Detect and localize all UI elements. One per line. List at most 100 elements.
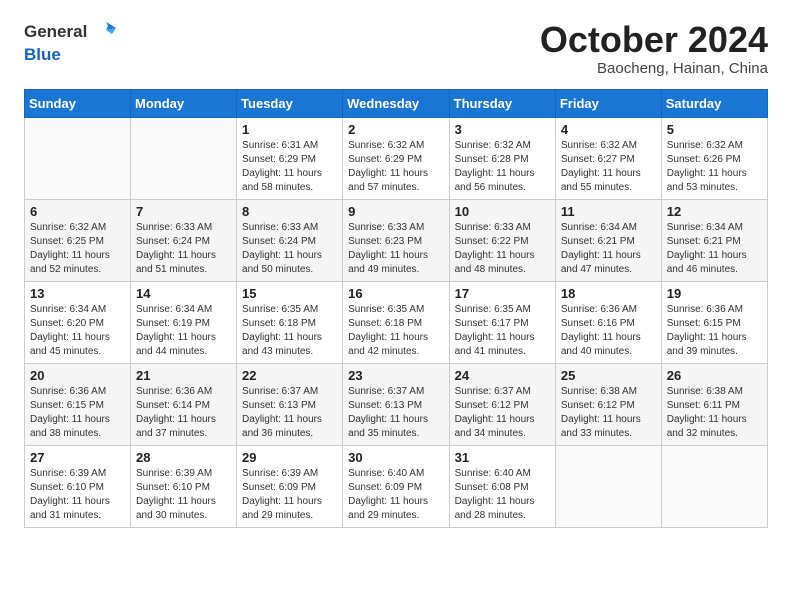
weekday-header-sunday: Sunday (25, 89, 131, 117)
day-info: Sunrise: 6:32 AM Sunset: 6:26 PM Dayligh… (667, 139, 762, 195)
day-info: Sunrise: 6:40 AM Sunset: 6:08 PM Dayligh… (455, 467, 550, 523)
day-info: Sunrise: 6:38 AM Sunset: 6:11 PM Dayligh… (667, 385, 762, 441)
day-number: 31 (455, 450, 550, 465)
calendar-cell: 27 Sunrise: 6:39 AM Sunset: 6:10 PM Dayli… (25, 445, 131, 527)
day-info: Sunrise: 6:36 AM Sunset: 6:15 PM Dayligh… (30, 385, 125, 441)
page-header: General Blue October 2024 Baocheng, Hain… (24, 20, 768, 77)
calendar-week-row: 27 Sunrise: 6:39 AM Sunset: 6:10 PM Dayli… (25, 445, 768, 527)
calendar-cell: 28 Sunrise: 6:39 AM Sunset: 6:10 PM Dayli… (131, 445, 237, 527)
calendar-cell: 20 Sunrise: 6:36 AM Sunset: 6:15 PM Dayli… (25, 363, 131, 445)
day-info: Sunrise: 6:39 AM Sunset: 6:09 PM Dayligh… (242, 467, 337, 523)
calendar-cell: 7 Sunrise: 6:33 AM Sunset: 6:24 PM Daylig… (131, 199, 237, 281)
calendar-cell: 12Sunrise: 6:34 AM Sunset: 6:21 PM Dayli… (661, 199, 767, 281)
day-info: Sunrise: 6:32 AM Sunset: 6:25 PM Dayligh… (30, 221, 125, 277)
calendar-cell: 31 Sunrise: 6:40 AM Sunset: 6:08 PM Dayli… (449, 445, 555, 527)
day-info: Sunrise: 6:33 AM Sunset: 6:24 PM Dayligh… (136, 221, 231, 277)
calendar-cell: 6 Sunrise: 6:32 AM Sunset: 6:25 PM Daylig… (25, 199, 131, 281)
day-number: 7 (136, 204, 231, 219)
weekday-header-monday: Monday (131, 89, 237, 117)
calendar-cell: 8 Sunrise: 6:33 AM Sunset: 6:24 PM Daylig… (237, 199, 343, 281)
calendar-cell: 30 Sunrise: 6:40 AM Sunset: 6:09 PM Dayli… (343, 445, 449, 527)
day-number: 29 (242, 450, 337, 465)
day-number: 2 (348, 122, 443, 137)
calendar-week-row: 13 Sunrise: 6:34 AM Sunset: 6:20 PM Dayli… (25, 281, 768, 363)
day-info: Sunrise: 6:34 AM Sunset: 6:20 PM Dayligh… (30, 303, 125, 359)
day-info: Sunrise: 6:34 AM Sunset: 6:21 PM Dayligh… (667, 221, 762, 277)
calendar-cell: 17 Sunrise: 6:35 AM Sunset: 6:17 PM Dayli… (449, 281, 555, 363)
logo-line1: General (24, 20, 116, 45)
calendar-header-row: SundayMondayTuesdayWednesdayThursdayFrid… (25, 89, 768, 117)
day-number: 3 (455, 122, 550, 137)
calendar-cell: 22 Sunrise: 6:37 AM Sunset: 6:13 PM Dayli… (237, 363, 343, 445)
day-info: Sunrise: 6:32 AM Sunset: 6:29 PM Dayligh… (348, 139, 443, 195)
calendar-cell (25, 117, 131, 199)
day-info: Sunrise: 6:37 AM Sunset: 6:13 PM Dayligh… (348, 385, 443, 441)
day-number: 9 (348, 204, 443, 219)
day-number: 21 (136, 368, 231, 383)
calendar-cell: 24Sunrise: 6:37 AM Sunset: 6:12 PM Dayli… (449, 363, 555, 445)
calendar-cell: 19Sunrise: 6:36 AM Sunset: 6:15 PM Dayli… (661, 281, 767, 363)
calendar-cell: 14 Sunrise: 6:34 AM Sunset: 6:19 PM Dayli… (131, 281, 237, 363)
day-info: Sunrise: 6:39 AM Sunset: 6:10 PM Dayligh… (136, 467, 231, 523)
calendar-cell: 23Sunrise: 6:37 AM Sunset: 6:13 PM Dayli… (343, 363, 449, 445)
weekday-header-friday: Friday (555, 89, 661, 117)
day-number: 13 (30, 286, 125, 301)
calendar-week-row: 1 Sunrise: 6:31 AM Sunset: 6:29 PM Daylig… (25, 117, 768, 199)
day-info: Sunrise: 6:38 AM Sunset: 6:12 PM Dayligh… (561, 385, 656, 441)
day-number: 20 (30, 368, 125, 383)
day-number: 26 (667, 368, 762, 383)
calendar-week-row: 6 Sunrise: 6:32 AM Sunset: 6:25 PM Daylig… (25, 199, 768, 281)
day-info: Sunrise: 6:33 AM Sunset: 6:24 PM Dayligh… (242, 221, 337, 277)
day-number: 5 (667, 122, 762, 137)
weekday-header-thursday: Thursday (449, 89, 555, 117)
day-info: Sunrise: 6:36 AM Sunset: 6:14 PM Dayligh… (136, 385, 231, 441)
day-number: 14 (136, 286, 231, 301)
day-info: Sunrise: 6:34 AM Sunset: 6:19 PM Dayligh… (136, 303, 231, 359)
calendar-cell: 29 Sunrise: 6:39 AM Sunset: 6:09 PM Dayli… (237, 445, 343, 527)
day-number: 27 (30, 450, 125, 465)
logo: General Blue (24, 20, 116, 64)
weekday-header-tuesday: Tuesday (237, 89, 343, 117)
day-number: 30 (348, 450, 443, 465)
day-info: Sunrise: 6:36 AM Sunset: 6:16 PM Dayligh… (561, 303, 656, 359)
day-number: 17 (455, 286, 550, 301)
day-number: 8 (242, 204, 337, 219)
calendar-cell: 10 Sunrise: 6:33 AM Sunset: 6:22 PM Dayli… (449, 199, 555, 281)
day-number: 11 (561, 204, 656, 219)
calendar-week-row: 20 Sunrise: 6:36 AM Sunset: 6:15 PM Dayli… (25, 363, 768, 445)
day-info: Sunrise: 6:35 AM Sunset: 6:17 PM Dayligh… (455, 303, 550, 359)
calendar-cell: 21 Sunrise: 6:36 AM Sunset: 6:14 PM Dayli… (131, 363, 237, 445)
day-number: 28 (136, 450, 231, 465)
calendar-cell: 11Sunrise: 6:34 AM Sunset: 6:21 PM Dayli… (555, 199, 661, 281)
title-block: October 2024 Baocheng, Hainan, China (540, 20, 768, 77)
day-number: 4 (561, 122, 656, 137)
day-number: 6 (30, 204, 125, 219)
calendar-cell: 13 Sunrise: 6:34 AM Sunset: 6:20 PM Dayli… (25, 281, 131, 363)
day-number: 10 (455, 204, 550, 219)
day-info: Sunrise: 6:37 AM Sunset: 6:12 PM Dayligh… (455, 385, 550, 441)
month-title: October 2024 (540, 20, 768, 60)
calendar-cell: 16Sunrise: 6:35 AM Sunset: 6:18 PM Dayli… (343, 281, 449, 363)
location-subtitle: Baocheng, Hainan, China (540, 60, 768, 77)
day-info: Sunrise: 6:33 AM Sunset: 6:23 PM Dayligh… (348, 221, 443, 277)
day-number: 22 (242, 368, 337, 383)
calendar-cell (555, 445, 661, 527)
day-info: Sunrise: 6:33 AM Sunset: 6:22 PM Dayligh… (455, 221, 550, 277)
day-info: Sunrise: 6:31 AM Sunset: 6:29 PM Dayligh… (242, 139, 337, 195)
logo-bird-icon (94, 20, 116, 40)
day-number: 1 (242, 122, 337, 137)
day-info: Sunrise: 6:39 AM Sunset: 6:10 PM Dayligh… (30, 467, 125, 523)
day-number: 18 (561, 286, 656, 301)
calendar-cell (661, 445, 767, 527)
calendar-table: SundayMondayTuesdayWednesdayThursdayFrid… (24, 89, 768, 528)
weekday-header-saturday: Saturday (661, 89, 767, 117)
day-number: 25 (561, 368, 656, 383)
calendar-cell: 18 Sunrise: 6:36 AM Sunset: 6:16 PM Dayli… (555, 281, 661, 363)
day-info: Sunrise: 6:40 AM Sunset: 6:09 PM Dayligh… (348, 467, 443, 523)
weekday-header-wednesday: Wednesday (343, 89, 449, 117)
day-info: Sunrise: 6:37 AM Sunset: 6:13 PM Dayligh… (242, 385, 337, 441)
calendar-cell: 5 Sunrise: 6:32 AM Sunset: 6:26 PM Daylig… (661, 117, 767, 199)
calendar-cell: 2 Sunrise: 6:32 AM Sunset: 6:29 PM Daylig… (343, 117, 449, 199)
calendar-cell (131, 117, 237, 199)
day-number: 19 (667, 286, 762, 301)
